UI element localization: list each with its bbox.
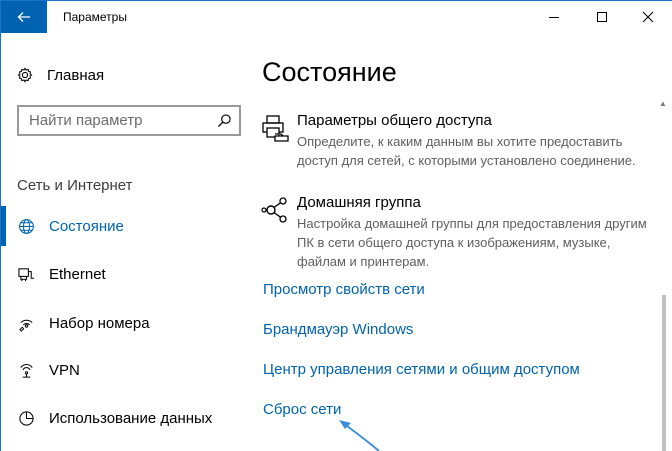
sidebar-item-dialup[interactable]: Набор номера [1,303,241,343]
link-network-reset[interactable]: Сброс сети [263,401,341,418]
search-icon[interactable] [209,107,239,134]
title-bar: Параметры [1,1,672,33]
sidebar-item-label: Состояние [49,217,124,235]
sidebar-item-label: Набор номера [49,314,150,332]
minimize-icon [549,17,559,18]
page-title: Состояние [262,57,397,87]
dialup-icon [17,314,35,332]
setting-description: Определите, к каким данным вы хотите пре… [297,134,636,168]
link-windows-firewall[interactable]: Брандмауэр Windows [263,321,413,338]
vpn-icon [17,361,35,379]
scrollbar-thumb[interactable] [662,295,666,451]
home-nav[interactable]: Главная [17,65,104,85]
sidebar-item-label: VPN [49,361,80,379]
ethernet-icon [17,265,35,283]
data-usage-icon [17,409,35,427]
link-network-properties[interactable]: Просмотр свойств сети [263,281,425,298]
window-title: Параметры [63,10,127,24]
setting-title: Параметры общего доступа [297,112,492,129]
sharing-options-setting[interactable]: Параметры общего доступа Определите, к к… [259,112,647,170]
active-marker [1,206,6,246]
section-label: Сеть и Интернет [17,177,133,194]
maximize-button[interactable] [579,1,625,33]
back-button[interactable] [1,1,47,33]
sidebar-item-label: Использование данных [49,409,213,427]
homegroup-icon [259,194,291,226]
sidebar-item-ethernet[interactable]: Ethernet [1,254,241,294]
scroll-up-icon[interactable]: ▲ [659,99,667,108]
link-network-sharing-center[interactable]: Центр управления сетями и общим доступом [263,361,580,378]
maximize-icon [597,12,607,22]
annotation-arrow-icon [339,420,380,451]
close-button[interactable] [625,1,671,33]
sidebar-item-vpn[interactable]: VPN [1,350,241,390]
search-input[interactable]: Найти параметр [29,112,209,129]
homegroup-setting[interactable]: Домашняя группа Настройка домашней групп… [259,194,647,271]
home-label: Главная [47,66,105,84]
sidebar-item-data-usage[interactable]: Использование данных [1,398,241,438]
arrow-left-icon [17,12,30,22]
settings-window: Параметры Главная Найти параметр Сеть и … [0,0,672,451]
setting-title: Домашняя группа [297,194,421,211]
globe-icon [17,217,35,235]
sidebar-item-label: Ethernet [49,265,106,283]
scrollbar[interactable]: ▲ [656,33,672,451]
search-box[interactable]: Найти параметр [17,105,241,136]
gear-icon [17,67,33,83]
sharing-printer-icon [259,112,291,144]
setting-description: Настройка домашней группы для предоставл… [297,216,647,269]
minimize-button[interactable] [531,1,577,33]
sidebar-item-status[interactable]: Состояние [1,206,241,246]
close-icon [642,11,654,23]
